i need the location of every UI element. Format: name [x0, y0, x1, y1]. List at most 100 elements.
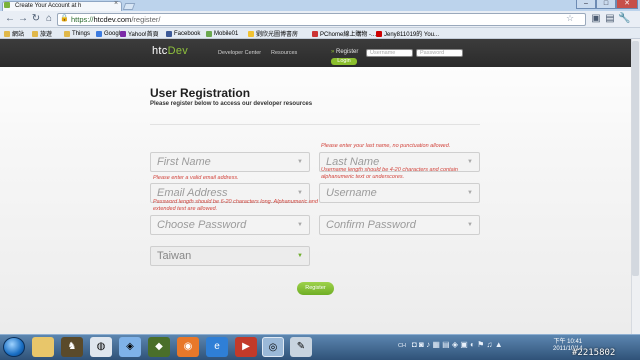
bookmark-label: Jeny811019的 You... — [384, 32, 440, 38]
bookmark-item[interactable]: 旅遊 — [32, 28, 52, 39]
site-header — [0, 39, 631, 67]
reload-icon[interactable]: ↻ — [30, 13, 42, 25]
bookmark-icon — [248, 30, 254, 37]
paint-icon[interactable]: ✎ — [290, 337, 312, 357]
minimize-button[interactable]: – — [576, 0, 596, 9]
first-name-field[interactable]: First Name ▼ — [150, 152, 310, 172]
bookmark-label: Things — [72, 30, 91, 37]
game-icon[interactable]: ♞ — [61, 337, 83, 357]
bookmark-icon — [64, 30, 70, 37]
header-login-button[interactable]: Login — [331, 58, 357, 65]
home-icon[interactable]: ⌂ — [43, 13, 55, 25]
extension-icon[interactable]: ▣ — [590, 13, 602, 25]
bookmark-icon — [32, 30, 38, 37]
bookmark-item[interactable]: Mobile01 — [206, 28, 238, 39]
dropdown-arrow-icon: ▼ — [467, 190, 473, 196]
app-icon[interactable]: ◆ — [148, 337, 170, 357]
bookmark-icon — [206, 30, 212, 37]
chat-icon[interactable]: ◍ — [90, 337, 112, 357]
page-title: User Registration — [150, 86, 251, 100]
logo-htc-text: htc — [152, 45, 168, 57]
logo-dev-text: Dev — [167, 45, 189, 57]
register-submit-button[interactable]: Register — [297, 282, 334, 295]
image-watermark: #2215802 — [572, 348, 616, 358]
tab-title: Create Your Account at h — [15, 3, 82, 9]
bookmark-icon — [376, 30, 382, 37]
bookmark-item[interactable]: Facebook — [166, 28, 200, 39]
email-error: Please enter a valid email address. — [153, 175, 239, 181]
country-select[interactable]: Taiwan ▼ — [150, 246, 310, 266]
media-player-icon[interactable]: ▶ — [235, 337, 257, 357]
maximize-button[interactable]: □ — [596, 0, 616, 9]
url-scheme: https:// — [71, 15, 94, 24]
password-field[interactable]: Choose Password ▼ — [150, 215, 310, 235]
bookmark-label: 旅遊 — [40, 32, 53, 38]
bookmark-icon — [4, 30, 10, 37]
address-bar[interactable]: https://htcdev.com/register/ — [57, 13, 586, 26]
confirm-password-field[interactable]: Confirm Password ▼ — [319, 215, 480, 235]
bookmark-label: 網站 — [12, 32, 25, 38]
username-field[interactable]: Username ▼ — [319, 183, 480, 203]
lock-icon[interactable]: 🔒 — [60, 15, 69, 23]
scrollbar-thumb[interactable] — [632, 41, 639, 276]
bookmarks-list: 網站 旅遊 Things Google Yahoo!首頁 Facebook Mobile01… — [4, 28, 636, 39]
confirm-password-placeholder: Confirm Password — [326, 219, 416, 231]
bookmark-label: Yahoo!首頁 — [128, 32, 159, 38]
nav-resources[interactable]: Resources — [271, 50, 297, 56]
header-username-input[interactable]: Username — [366, 49, 413, 57]
header-register-label: Register — [336, 49, 359, 55]
close-window-button[interactable]: ✕ — [616, 0, 638, 9]
bookmark-icon — [120, 30, 126, 37]
page-subtitle: Please register below to access our deve… — [150, 101, 313, 107]
tray-language[interactable]: CH — [398, 343, 406, 349]
bookmark-icon — [96, 30, 102, 37]
bookmark-icon — [166, 30, 172, 37]
bookmark-label: Facebook — [174, 30, 201, 37]
dropdown-arrow-icon: ▼ — [297, 159, 303, 165]
htc-favicon-icon — [4, 2, 10, 8]
bookmark-label: Mobile01 — [214, 30, 239, 37]
bookmark-icon — [312, 30, 318, 37]
header-register-link[interactable]: » Register — [331, 49, 358, 55]
bookmark-item[interactable]: Yahoo!首頁 — [120, 28, 159, 39]
url-path: /register/ — [131, 15, 161, 24]
internet-explorer-icon[interactable]: e — [206, 337, 228, 357]
chrome-icon[interactable]: ◎ — [262, 337, 284, 357]
back-arrow-icon[interactable]: ← — [4, 13, 16, 25]
tray-icons[interactable]: ◘ ◙ ♪ ▦ ▤ ◈ ▣ ◐ ⚑ ♫ ▲ — [412, 340, 503, 349]
url-host: htcdev.com — [93, 15, 132, 24]
chevron-down-icon: ▼ — [297, 253, 303, 259]
username-placeholder: Username — [326, 187, 377, 199]
start-button[interactable] — [3, 337, 25, 357]
htcdev-logo[interactable]: htcDev — [152, 45, 188, 57]
password-placeholder: Choose Password — [157, 219, 247, 231]
bookmark-item[interactable]: 網站 — [4, 28, 24, 39]
bookmark-item[interactable]: Things — [64, 28, 90, 39]
nav-developer-center[interactable]: Developer Center — [218, 50, 261, 56]
firefox-icon[interactable]: ◉ — [177, 337, 199, 357]
bookmark-star-icon[interactable]: ☆ — [566, 13, 574, 24]
network-icon[interactable]: ◈ — [119, 337, 141, 357]
country-value: Taiwan — [157, 250, 192, 262]
page-menu-icon[interactable]: ▤ — [604, 13, 616, 25]
wrench-menu-icon[interactable]: 🔧 — [618, 13, 630, 25]
bookmark-label: 劉欣光圖博書房 — [256, 32, 299, 38]
password-error: Password length should be 6-20 character… — [153, 199, 318, 212]
bookmark-label: PChome線上購物 -... — [320, 32, 377, 38]
bookmark-item[interactable]: Jeny811019的 You... — [376, 28, 439, 39]
username-error: Username length should be 4-20 character… — [321, 167, 458, 180]
clock-time: 下午 10:41 — [553, 339, 583, 345]
email-placeholder: Email Address — [157, 187, 228, 199]
forward-arrow-icon[interactable]: → — [17, 13, 29, 25]
dropdown-arrow-icon: ▼ — [297, 222, 303, 228]
dropdown-arrow-icon: ▼ — [467, 222, 473, 228]
first-name-placeholder: First Name — [157, 156, 211, 168]
explorer-folder-icon[interactable] — [32, 337, 54, 357]
header-password-input[interactable]: Password — [416, 49, 463, 57]
tab-close-icon[interactable]: × — [114, 0, 638, 7]
bookmark-item[interactable]: PChome線上購物 -... — [312, 28, 376, 39]
bookmark-item[interactable]: 劉欣光圖博書房 — [248, 28, 298, 39]
last-name-error: Please enter your last name, no punctuat… — [321, 143, 451, 149]
divider — [150, 124, 480, 125]
browser-tab[interactable]: Create Your Account at h — [2, 1, 122, 11]
